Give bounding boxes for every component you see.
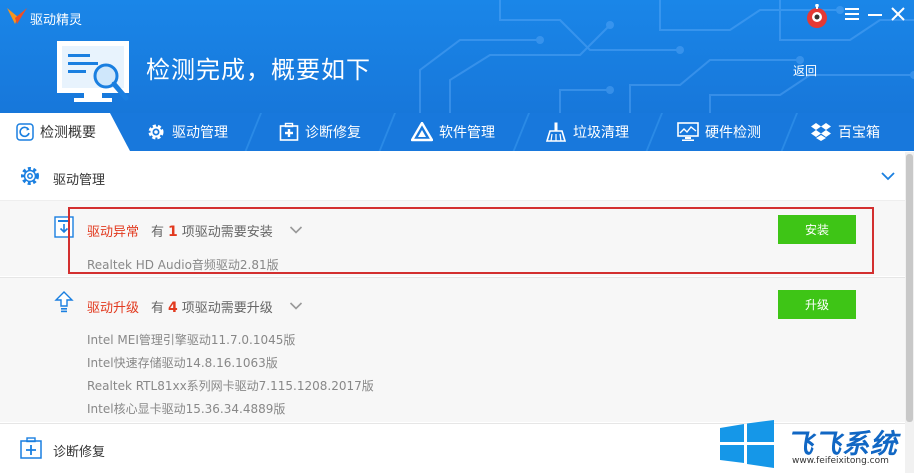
windows-logo-icon (720, 420, 774, 468)
driver-item: Intel快速存储驱动14.8.16.1063版 (87, 356, 278, 370)
section-title: 驱动管理 (53, 173, 106, 188)
mascot-icon[interactable] (806, 4, 828, 30)
tab-label: 驱动管理 (172, 125, 228, 141)
tab-divider (794, 113, 808, 151)
chevron-down-icon[interactable] (289, 301, 303, 311)
app-header: 驱动精灵 检测完成，概要如下 返回 (0, 0, 914, 113)
tab-divider (258, 113, 272, 151)
gear-icon (21, 167, 39, 185)
circuit-pattern (419, 0, 914, 113)
app-title: 驱动精灵 (30, 13, 83, 28)
upgrade-count: 4 (168, 300, 178, 316)
tab-driver-manage[interactable]: 驱动管理 (146, 113, 228, 151)
broom-icon (545, 122, 567, 142)
tab-label: 百宝箱 (838, 125, 880, 141)
tab-hardware[interactable]: 硬件检测 (677, 113, 761, 151)
tab-label: 诊断修复 (305, 125, 361, 141)
summary-prefix: 有 (151, 225, 165, 240)
tab-divider (659, 113, 673, 151)
close-icon[interactable] (889, 5, 907, 23)
monitor-search-icon (57, 41, 129, 102)
driver-item: Intel MEI管理引擎驱动11.7.0.1045版 (87, 333, 296, 347)
tab-label: 检测概要 (40, 125, 96, 141)
medkit-icon (20, 437, 42, 459)
software-icon (411, 122, 433, 142)
driver-abnormal-panel: 驱动异常 有 1 项驱动需要安装 安装 Realtek HD Audio音频驱动2.… (0, 200, 905, 276)
tab-toolbox[interactable]: 百宝箱 (810, 113, 880, 151)
driver-item: Realtek HD Audio音频驱动2.81版 (87, 258, 279, 272)
install-icon (54, 216, 74, 238)
summary-suffix: 项驱动需要升级 (181, 301, 273, 316)
summary-suffix: 项驱动需要安装 (181, 225, 273, 240)
dropbox-icon (811, 123, 831, 141)
driver-section-header[interactable]: 驱动管理 (0, 152, 905, 200)
install-button[interactable]: 安装 (778, 215, 856, 244)
medkit-icon (279, 122, 299, 141)
app-logo-icon (7, 8, 27, 24)
tab-label: 垃圾清理 (573, 125, 629, 141)
section-title: 诊断修复 (53, 445, 106, 460)
abnormal-title: 驱动异常 (87, 225, 140, 240)
tab-software[interactable]: 软件管理 (411, 113, 495, 151)
tab-label: 软件管理 (439, 125, 495, 141)
driver-item: Realtek RTL81xx系列网卡驱动7.115.1208.2017版 (87, 379, 374, 393)
abnormal-count: 1 (168, 224, 178, 240)
refresh-icon (16, 123, 34, 141)
tab-divider (392, 113, 406, 151)
main-tabs: 检测概要 驱动管理 诊断修复 软件管理 垃圾清理 硬件检测 百宝箱 (0, 113, 914, 151)
chevron-down-icon[interactable] (880, 170, 896, 182)
watermark-url: www.feifeixitong.com (792, 456, 889, 466)
tab-diagnose[interactable]: 诊断修复 (279, 113, 361, 151)
tab-divider (526, 113, 540, 151)
chevron-down-icon[interactable] (289, 225, 303, 235)
driver-item: Intel核心显卡驱动15.36.34.4889版 (87, 402, 286, 416)
abnormal-summary: 有 1 项驱动需要安装 (151, 221, 273, 240)
minimize-icon[interactable] (866, 5, 884, 23)
watermark: 飞飞系统 www.feifeixitong.com (716, 420, 914, 473)
upgrade-title: 驱动升级 (87, 301, 140, 316)
scrollbar-thumb[interactable] (906, 154, 913, 422)
menu-icon[interactable] (843, 5, 861, 23)
back-link[interactable]: 返回 (793, 62, 817, 79)
tab-overview[interactable]: 检测概要 (0, 113, 130, 151)
summary-prefix: 有 (151, 301, 165, 316)
monitor-icon (677, 122, 699, 141)
page-headline: 检测完成，概要如下 (146, 56, 371, 84)
upgrade-icon (54, 291, 74, 313)
upgrade-summary: 有 4 项驱动需要升级 (151, 297, 273, 316)
upgrade-button[interactable]: 升级 (778, 290, 856, 319)
driver-upgrade-panel: 驱动升级 有 4 项驱动需要升级 升级 Intel MEI管理引擎驱动11.7.0.… (0, 277, 905, 422)
tab-label: 硬件检测 (705, 125, 761, 141)
gear-icon (148, 124, 164, 140)
tab-cleanup[interactable]: 垃圾清理 (545, 113, 629, 151)
